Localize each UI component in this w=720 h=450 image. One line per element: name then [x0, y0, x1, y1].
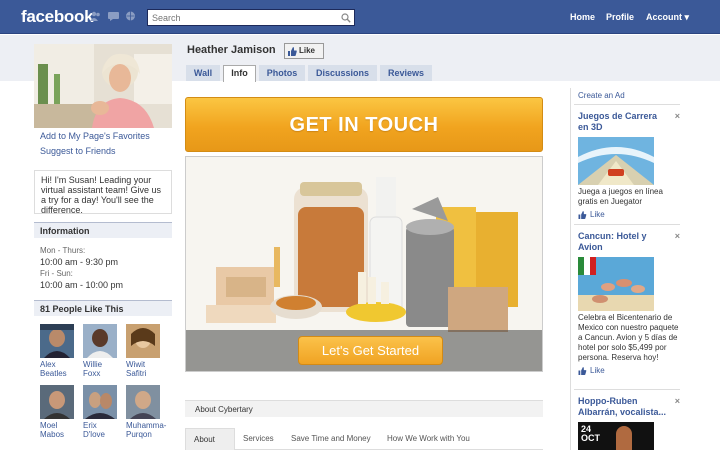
ad-text: Juega a juegos en línea gratis en Juegat…: [578, 187, 663, 206]
like-button-label: Like: [299, 46, 316, 56]
close-icon[interactable]: ×: [675, 396, 680, 406]
nav-account-menu[interactable]: Account ▾: [646, 12, 689, 23]
ad-divider: [574, 389, 680, 390]
subtab-save-time[interactable]: Save Time and Money: [283, 428, 379, 450]
friend-name[interactable]: Erix D'love: [83, 421, 119, 439]
tab-photos[interactable]: Photos: [259, 65, 305, 81]
search-icon[interactable]: [341, 13, 351, 23]
subtab-about-us[interactable]: About Us: [185, 428, 235, 450]
friend-item[interactable]: Willie Foxx: [83, 324, 119, 378]
friend-item[interactable]: Erix D'love: [83, 385, 119, 439]
top-bar: facebook Home Profile Account ▾: [0, 0, 720, 34]
ad-image[interactable]: 24 OCT: [578, 422, 654, 450]
suggest-to-friends-link[interactable]: Suggest to Friends: [40, 146, 116, 156]
friend-item[interactable]: Moel Mabos: [40, 385, 76, 439]
profile-photo[interactable]: [34, 44, 172, 128]
friend-name[interactable]: Alex Beatles: [40, 360, 76, 378]
thumbs-up-icon: [578, 210, 587, 219]
info-hours-weekend: 10:00 am - 10:00 pm: [40, 280, 124, 290]
info-label-weekdays: Mon - Thurs:: [40, 246, 86, 255]
ad-like-link[interactable]: Like: [578, 210, 682, 219]
ad-item[interactable]: Cancun: Hotel y Avion × Celebra el Bicen…: [578, 231, 682, 375]
subtab-services[interactable]: Services: [235, 428, 281, 450]
ad-like-label: Like: [590, 210, 605, 219]
ad-like-link[interactable]: Like: [578, 366, 682, 375]
friend-requests-icon[interactable]: [90, 11, 101, 21]
nav-home-link[interactable]: Home: [570, 12, 595, 22]
lets-get-started-button[interactable]: Let's Get Started: [298, 336, 443, 365]
ad-title[interactable]: Cancun: Hotel y Avion: [578, 231, 670, 253]
create-ad-link[interactable]: Create an Ad: [578, 91, 625, 100]
thumbs-up-icon: [288, 46, 297, 56]
friend-avatar[interactable]: [126, 385, 160, 419]
friend-name[interactable]: Moel Mabos: [40, 421, 76, 439]
nav-account-label: Account: [646, 12, 682, 22]
friend-name[interactable]: Wiwit Safitri: [126, 360, 162, 378]
friend-avatar[interactable]: [83, 324, 117, 358]
info-hours-weekdays: 10:00 am - 9:30 pm: [40, 257, 119, 267]
search-box[interactable]: [147, 9, 355, 26]
ad-item[interactable]: Hoppo-Ruben Albarrán, vocalista... × 24 …: [578, 396, 682, 450]
bio-box: Hi! I'm Susan! Leading your virtual assi…: [34, 170, 172, 215]
messages-icon[interactable]: [108, 11, 119, 21]
ad-image-date: 24 OCT: [581, 424, 600, 443]
like-page-button[interactable]: Like: [284, 43, 324, 59]
about-section-title: About Cybertary: [185, 400, 543, 417]
thumbs-up-icon: [578, 366, 587, 375]
hero-image: Let's Get Started: [185, 156, 543, 372]
get-in-touch-banner[interactable]: GET IN TOUCH: [185, 97, 543, 152]
likes-header: 81 People Like This: [34, 300, 172, 316]
ad-item[interactable]: Juegos de Carrera en 3D × Juega a juegos…: [578, 111, 682, 219]
tab-info[interactable]: Info: [223, 65, 256, 82]
info-label-weekend: Fri - Sun:: [40, 269, 73, 278]
ad-image[interactable]: [578, 257, 654, 311]
chevron-down-icon: ▾: [684, 12, 690, 22]
page-title: Heather Jamison: [187, 44, 276, 56]
ad-title[interactable]: Juegos de Carrera en 3D: [578, 111, 670, 133]
tab-reviews[interactable]: Reviews: [380, 65, 432, 81]
friend-item[interactable]: Alex Beatles: [40, 324, 76, 378]
nav-profile-link[interactable]: Profile: [606, 12, 634, 22]
add-to-favorites-link[interactable]: Add to My Page's Favorites: [40, 131, 150, 141]
right-column-divider: [570, 88, 571, 450]
facebook-logo[interactable]: facebook: [21, 7, 94, 27]
close-icon[interactable]: ×: [675, 111, 680, 121]
notifications-globe-icon[interactable]: [125, 11, 136, 21]
tab-discussions[interactable]: Discussions: [308, 65, 377, 81]
search-input[interactable]: [148, 10, 338, 25]
friend-avatar[interactable]: [40, 385, 74, 419]
friend-item[interactable]: Wiwit Safitri: [126, 324, 162, 378]
information-header: Information: [34, 222, 172, 238]
ad-divider: [574, 104, 680, 105]
close-icon[interactable]: ×: [675, 231, 680, 241]
tab-wall[interactable]: Wall: [186, 65, 220, 81]
about-subtabs: About Us Services Save Time and Money Ho…: [185, 428, 543, 450]
ad-text: Celebra el Bicentenario de Mexico con nu…: [578, 313, 679, 362]
friend-item[interactable]: Muhamma- Purqon: [126, 385, 166, 439]
friend-name[interactable]: Muhamma- Purqon: [126, 421, 166, 439]
friend-avatar[interactable]: [83, 385, 117, 419]
friend-avatar[interactable]: [40, 324, 74, 358]
ad-like-label: Like: [590, 366, 605, 375]
ad-divider: [574, 224, 680, 225]
ad-image[interactable]: [578, 137, 654, 185]
friend-avatar[interactable]: [126, 324, 160, 358]
ad-title[interactable]: Hoppo-Ruben Albarrán, vocalista...: [578, 396, 670, 418]
friend-name[interactable]: Willie Foxx: [83, 360, 119, 378]
subtab-how-we-work[interactable]: How We Work with You: [379, 428, 483, 450]
